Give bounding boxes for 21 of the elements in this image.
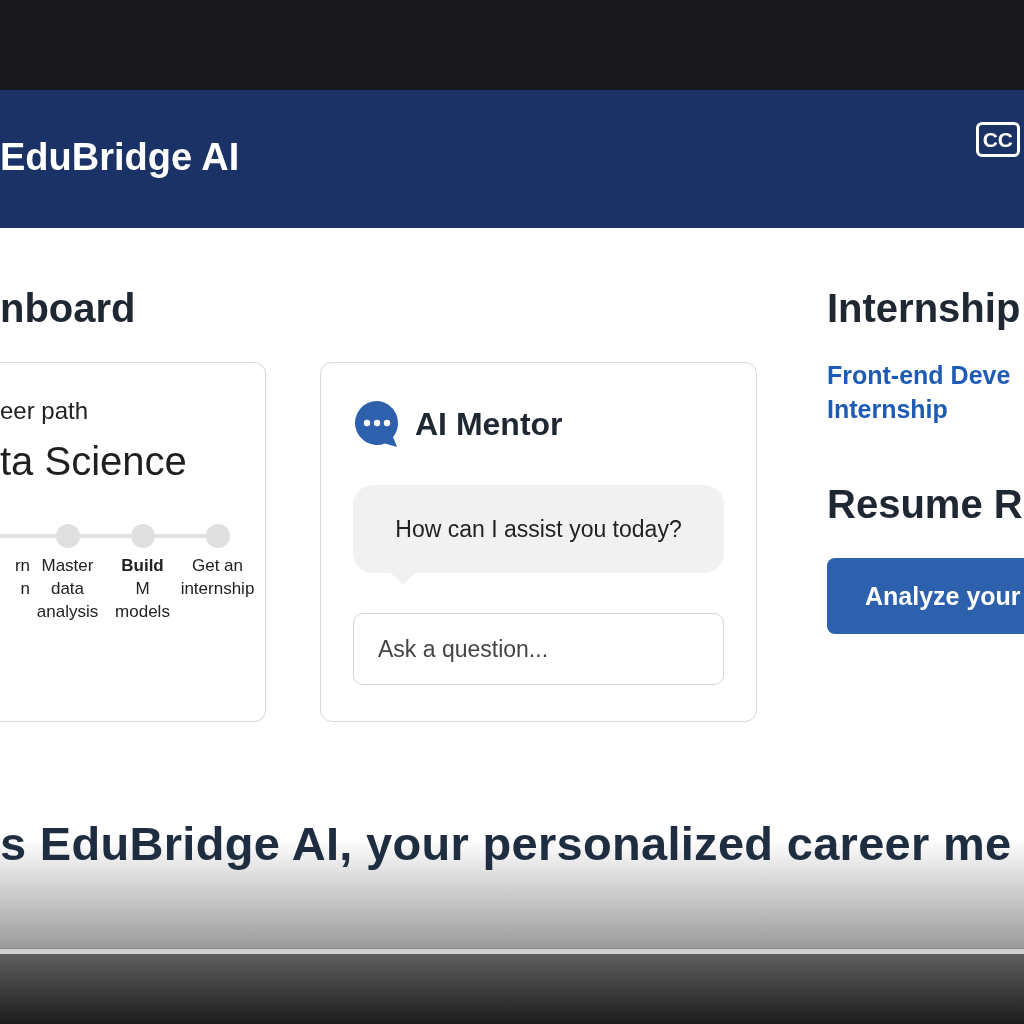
seek-bar[interactable] — [0, 948, 1024, 954]
step-dot — [55, 524, 80, 548]
step-label: rn n — [14, 555, 30, 600]
step-label: Master data analysis — [36, 555, 99, 623]
analyze-button[interactable]: Analyze your — [827, 558, 1024, 634]
app-title: EduBridge AI — [0, 135, 240, 180]
internship-link[interactable]: Front-end Deve Internship — [827, 358, 1024, 426]
video-caption: s EduBridge AI, your personalized career me — [0, 816, 1013, 871]
section-heading: Resume R — [827, 481, 1024, 528]
question-input[interactable]: Ask a question... — [353, 613, 724, 685]
card-label: eer path — [0, 397, 90, 425]
step-label: Get an internship — [180, 555, 255, 600]
step-dot — [130, 524, 155, 548]
page-heading: nboard — [0, 285, 137, 332]
section-heading: Internship — [827, 285, 1022, 332]
step-dot — [205, 524, 230, 548]
card-title: AI Mentor — [415, 405, 563, 443]
career-title: ta Science — [0, 439, 188, 484]
step-label: Build M models — [115, 555, 170, 623]
chat-bubble-icon — [353, 399, 401, 449]
closed-captions-button[interactable]: CC — [975, 122, 1020, 157]
